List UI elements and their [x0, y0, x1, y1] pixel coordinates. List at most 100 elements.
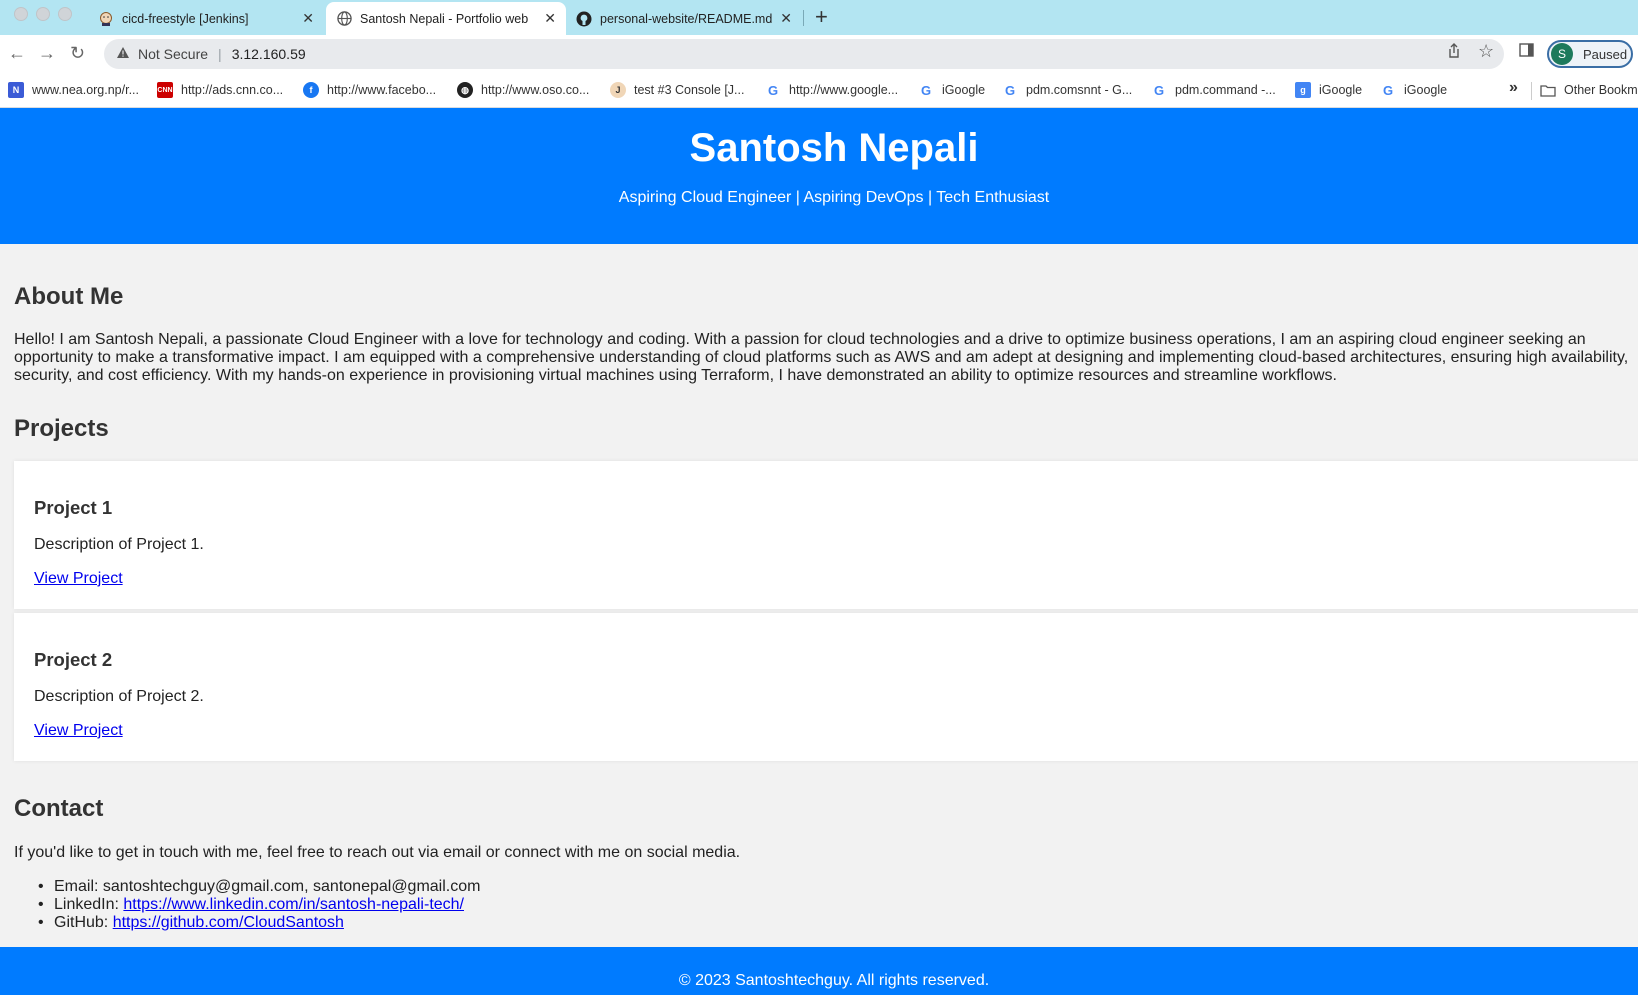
- bookmark-item[interactable]: CNN http://ads.cnn.co...: [157, 82, 283, 98]
- profile-status: Paused: [1583, 46, 1628, 62]
- project-description: Description of Project 2.: [34, 688, 204, 705]
- browser-toolbar: ← → ↻ Not Secure | 3.12.160.59 ☆ S Pause…: [0, 35, 1638, 74]
- close-tab-icon[interactable]: ✕: [544, 10, 556, 27]
- bookmark-label: iGoogle: [942, 83, 986, 97]
- share-icon[interactable]: [1447, 43, 1461, 64]
- bookmark-label: test #3 Console [J...: [634, 83, 745, 97]
- bookmark-label: pdm.comsnnt - G...: [1026, 83, 1133, 97]
- warning-icon[interactable]: [116, 46, 130, 62]
- side-panel-icon[interactable]: [1519, 43, 1534, 62]
- tab-title: personal-website/README.md: [600, 11, 773, 26]
- google-icon: G: [1153, 82, 1165, 98]
- tab-jenkins[interactable]: cicd-freestyle [Jenkins] ✕: [88, 2, 324, 35]
- contact-list: Email: santoshtechguy@gmail.com, santone…: [38, 878, 481, 932]
- bookmark-item[interactable]: ◍ http://www.oso.co...: [457, 82, 589, 98]
- security-label: Not Secure: [138, 46, 209, 62]
- bookmark-label: http://www.google...: [789, 83, 899, 97]
- project-description: Description of Project 1.: [34, 536, 204, 553]
- bookmark-item[interactable]: f http://www.facebo...: [303, 82, 436, 98]
- copyright-text: © 2023 Santoshtechguy. All rights reserv…: [678, 972, 990, 989]
- bookmark-item[interactable]: G pdm.command -...: [1151, 82, 1276, 98]
- projects-heading: Projects: [14, 415, 109, 442]
- page-header: Santosh Nepali Aspiring Cloud Engineer |…: [0, 108, 1638, 244]
- maximize-window-button[interactable]: [58, 7, 72, 21]
- project-card: Project 2 Description of Project 2. View…: [14, 613, 1638, 761]
- new-tab-button[interactable]: +: [815, 4, 828, 30]
- bookmark-label: pdm.command -...: [1175, 83, 1276, 97]
- other-bookmarks-folder[interactable]: Other Bookm: [1540, 82, 1638, 98]
- bookmark-item[interactable]: G iGoogle: [1380, 82, 1447, 98]
- tab-title: cicd-freestyle [Jenkins]: [122, 11, 249, 26]
- bookmarks-divider: [1531, 82, 1532, 100]
- linkedin-link[interactable]: https://www.linkedin.com/in/santosh-nepa…: [123, 896, 464, 913]
- bookmark-label: Other Bookm: [1564, 83, 1638, 97]
- nea-icon: N: [8, 82, 24, 98]
- forward-icon[interactable]: →: [38, 43, 56, 64]
- tab-strip: cicd-freestyle [Jenkins] ✕ Santosh Nepal…: [0, 0, 1638, 35]
- more-bookmarks-button[interactable]: »: [1509, 79, 1518, 97]
- address-divider: |: [218, 46, 222, 62]
- project-title: Project 1: [34, 497, 113, 518]
- project-card: Project 1 Description of Project 1. View…: [14, 461, 1638, 609]
- github-link[interactable]: https://github.com/CloudSantosh: [113, 914, 344, 931]
- bookmark-star-icon[interactable]: ☆: [1478, 41, 1494, 62]
- tab-separator: [803, 10, 804, 26]
- bookmark-item[interactable]: N www.nea.org.np/r...: [8, 82, 139, 98]
- google-icon: G: [767, 82, 779, 98]
- view-project-link[interactable]: View Project: [34, 570, 123, 588]
- contact-github: GitHub: https://github.com/CloudSantosh: [38, 914, 480, 932]
- google-icon: G: [920, 82, 932, 98]
- contact-heading: Contact: [14, 795, 104, 822]
- view-project-link[interactable]: View Project: [34, 722, 123, 740]
- contact-email: Email: santoshtechguy@gmail.com, santone…: [38, 878, 481, 896]
- bookmark-item[interactable]: g iGoogle: [1295, 82, 1362, 98]
- jenkins-icon: J: [610, 82, 626, 98]
- bookmark-label: iGoogle: [1319, 83, 1363, 97]
- cnn-icon: CNN: [157, 82, 173, 98]
- google-icon: G: [1004, 82, 1016, 98]
- bookmark-label: iGoogle: [1404, 83, 1448, 97]
- window-controls: [14, 7, 72, 21]
- github-label: GitHub:: [54, 914, 109, 931]
- email-value: santoshtechguy@gmail.com, santonepal@gma…: [102, 878, 481, 895]
- close-tab-icon[interactable]: ✕: [780, 10, 792, 27]
- minimize-window-button[interactable]: [36, 7, 50, 21]
- google-icon: G: [1382, 82, 1394, 98]
- close-window-button[interactable]: [14, 7, 28, 21]
- github-icon: [576, 11, 592, 27]
- project-title: Project 2: [34, 649, 113, 670]
- tab-title: Santosh Nepali - Portfolio web: [360, 11, 529, 26]
- igoogle-icon: g: [1295, 82, 1311, 98]
- bookmark-label: http://www.oso.co...: [481, 83, 590, 97]
- profile-button[interactable]: S Paused: [1547, 40, 1633, 68]
- bookmarks-bar: N www.nea.org.np/r... CNN http://ads.cnn…: [0, 74, 1638, 108]
- bookmark-label: www.nea.org.np/r...: [32, 83, 140, 97]
- globe-icon: [336, 11, 352, 27]
- globe-icon: ◍: [457, 82, 473, 98]
- close-tab-icon[interactable]: ✕: [302, 10, 314, 27]
- page-footer: © 2023 Santoshtechguy. All rights reserv…: [0, 947, 1638, 995]
- contact-intro: If you'd like to get in touch with me, f…: [14, 844, 741, 861]
- bookmark-item[interactable]: G pdm.comsnnt - G...: [1002, 82, 1132, 98]
- page-title: Santosh Nepali: [689, 126, 979, 170]
- bookmark-item[interactable]: G http://www.google...: [765, 82, 898, 98]
- bookmark-label: http://ads.cnn.co...: [181, 83, 284, 97]
- bookmark-item[interactable]: J test #3 Console [J...: [610, 82, 744, 98]
- address-bar[interactable]: Not Secure | 3.12.160.59: [104, 39, 1504, 69]
- bookmark-item[interactable]: G iGoogle: [918, 82, 985, 98]
- about-text: Hello! I am Santosh Nepali, a passionate…: [14, 331, 1629, 384]
- folder-icon: [1540, 82, 1556, 98]
- back-icon[interactable]: ←: [8, 43, 26, 64]
- tab-github[interactable]: personal-website/README.md ✕: [566, 2, 802, 35]
- jenkins-icon: [98, 11, 114, 27]
- linkedin-label: LinkedIn:: [54, 896, 119, 913]
- tagline: Aspiring Cloud Engineer | Aspiring DevOp…: [618, 189, 1050, 206]
- about-heading: About Me: [14, 283, 124, 310]
- avatar: S: [1551, 43, 1573, 65]
- url-text[interactable]: 3.12.160.59: [232, 46, 306, 62]
- bookmark-label: http://www.facebo...: [327, 83, 437, 97]
- email-label: Email:: [54, 878, 99, 895]
- facebook-icon: f: [303, 82, 319, 98]
- tab-portfolio[interactable]: Santosh Nepali - Portfolio web ✕: [326, 2, 566, 35]
- reload-icon[interactable]: ↻: [70, 43, 85, 64]
